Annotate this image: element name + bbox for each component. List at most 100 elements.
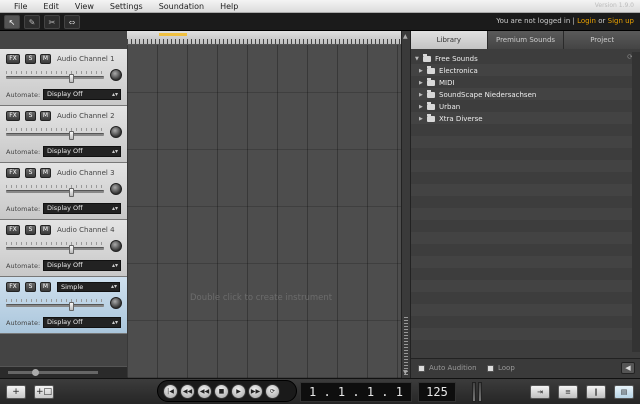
solo-button[interactable]: S (25, 54, 36, 64)
menu-file[interactable]: File (0, 0, 35, 13)
solo-button[interactable]: S (25, 282, 36, 292)
rewind-icon[interactable]: ◀◀ (180, 384, 195, 399)
automate-select[interactable]: Display Off ▴▾ (43, 89, 121, 100)
forward-icon[interactable]: ▶▶ (248, 384, 263, 399)
menu-edit[interactable]: Edit (35, 0, 67, 13)
volume-fader[interactable] (6, 245, 104, 254)
mute-button[interactable]: M (40, 54, 51, 64)
expand-arrow-icon[interactable]: ▶ (419, 80, 427, 86)
add-automation-button[interactable]: +□ (34, 385, 54, 399)
tab-project[interactable]: Project (564, 31, 640, 49)
pan-knob[interactable] (110, 183, 122, 195)
volume-fader-handle[interactable] (69, 245, 74, 254)
automate-select[interactable]: Display Off ▴▾ (43, 203, 121, 214)
pan-knob[interactable] (110, 297, 122, 309)
timeline-ruler[interactable] (127, 31, 401, 45)
browser-scrollbar[interactable] (632, 52, 640, 352)
fast-forward-icon[interactable]: ◀◀ (197, 384, 212, 399)
solo-button[interactable]: S (25, 111, 36, 121)
split-tool-icon[interactable]: ✂ (44, 15, 60, 29)
tree-root-free-sounds[interactable]: ▼ Free Sounds ⟳ (415, 53, 637, 65)
pan-knob[interactable] (110, 240, 122, 252)
loop-checkbox[interactable] (487, 365, 494, 372)
arrangement-timeline[interactable]: Double click to create instrument (127, 31, 401, 378)
mute-button[interactable]: M (40, 111, 51, 121)
browser-toggle-icon[interactable]: ▤ (614, 385, 634, 399)
channel-strip[interactable]: FX S M Audio Channel 2 Automate: Display… (0, 106, 127, 163)
timeline-scrollbar[interactable]: ▲ ▼ (401, 31, 410, 378)
loop-marker[interactable] (159, 33, 187, 36)
volume-fader-handle[interactable] (69, 74, 74, 83)
stretch-tool-icon[interactable]: ⇔ (64, 15, 80, 29)
channel-strip-selected[interactable]: FX S M Simple ▴▾ Automate: Display Off ▴▾ (0, 277, 127, 334)
zoom-slider[interactable] (0, 366, 127, 378)
channel-name[interactable]: Audio Channel 1 (57, 55, 115, 63)
channel-strip[interactable]: FX S M Audio Channel 1 Automate: Display… (0, 49, 127, 106)
menu-help[interactable]: Help (212, 0, 246, 13)
auto-audition-checkbox[interactable] (418, 365, 425, 372)
mute-button[interactable]: M (40, 168, 51, 178)
collapse-arrow-icon[interactable]: ▼ (415, 56, 423, 62)
channel-strip[interactable]: FX S M Audio Channel 4 Automate: Display… (0, 220, 127, 277)
fx-button[interactable]: FX (6, 54, 20, 64)
expand-arrow-icon[interactable]: ▶ (419, 116, 427, 122)
channel-name[interactable]: Audio Channel 2 (57, 112, 115, 120)
loop-icon[interactable]: ⟳ (265, 384, 280, 399)
piano-roll-icon[interactable]: ‖ (586, 385, 606, 399)
volume-fader-handle[interactable] (69, 188, 74, 197)
folder-midi[interactable]: ▶ MIDI (419, 77, 455, 89)
mixer-icon[interactable]: ≡ (558, 385, 578, 399)
login-link[interactable]: Login (577, 17, 596, 25)
go-to-start-icon[interactable]: |◀ (163, 384, 178, 399)
scroll-up-icon[interactable]: ▲ (403, 33, 408, 40)
automate-select[interactable]: Display Off ▴▾ (43, 260, 121, 271)
folder-urban[interactable]: ▶ Urban (419, 101, 460, 113)
volume-fader-handle[interactable] (69, 131, 74, 140)
menu-soundation[interactable]: Soundation (151, 0, 212, 13)
instrument-preset-select[interactable]: Simple ▴▾ (57, 282, 120, 292)
channel-strip[interactable]: FX S M Audio Channel 3 Automate: Display… (0, 163, 127, 220)
folder-electronica[interactable]: ▶ Electronica (419, 65, 478, 77)
scroll-down-icon[interactable]: ▼ (403, 369, 408, 376)
automate-select[interactable]: Display Off ▴▾ (43, 317, 121, 328)
position-display[interactable]: 1 . 1 . 1 . 1 (300, 382, 412, 402)
volume-fader-handle[interactable] (69, 302, 74, 311)
fx-button[interactable]: FX (6, 282, 20, 292)
volume-fader[interactable] (6, 302, 104, 311)
mute-button[interactable]: M (40, 225, 51, 235)
tab-library[interactable]: Library (411, 31, 488, 49)
speaker-icon[interactable]: ◀ (621, 362, 635, 374)
tab-premium-sounds[interactable]: Premium Sounds (487, 31, 565, 49)
track-grid[interactable] (127, 45, 401, 378)
folder-xtra-diverse[interactable]: ▶ Xtra Diverse (419, 113, 483, 125)
channel-name[interactable]: Audio Channel 3 (57, 169, 115, 177)
stop-icon[interactable]: ■ (214, 384, 229, 399)
tempo-display[interactable]: 125 (418, 382, 456, 402)
expand-arrow-icon[interactable]: ▶ (419, 104, 427, 110)
folder-soundscape[interactable]: ▶ SoundScape Niedersachsen (419, 89, 536, 101)
mute-button[interactable]: M (40, 282, 51, 292)
solo-button[interactable]: S (25, 168, 36, 178)
export-icon[interactable]: ⇥ (530, 385, 550, 399)
scrollbar-thumb[interactable] (404, 315, 408, 375)
channel-name[interactable]: Audio Channel 4 (57, 226, 115, 234)
add-channel-button[interactable]: + (6, 385, 26, 399)
signup-link[interactable]: Sign up (608, 17, 634, 25)
menu-view[interactable]: View (67, 0, 102, 13)
zoom-handle[interactable] (32, 369, 39, 376)
fx-button[interactable]: FX (6, 225, 20, 235)
solo-button[interactable]: S (25, 225, 36, 235)
volume-fader[interactable] (6, 74, 104, 83)
pointer-tool-icon[interactable]: ↖ (4, 15, 20, 29)
pan-knob[interactable] (110, 69, 122, 81)
pan-knob[interactable] (110, 126, 122, 138)
play-icon[interactable]: ▶ (231, 384, 246, 399)
expand-arrow-icon[interactable]: ▶ (419, 68, 427, 74)
automate-select[interactable]: Display Off ▴▾ (43, 146, 121, 157)
volume-fader[interactable] (6, 131, 104, 140)
fx-button[interactable]: FX (6, 168, 20, 178)
expand-arrow-icon[interactable]: ▶ (419, 92, 427, 98)
fx-button[interactable]: FX (6, 111, 20, 121)
pencil-tool-icon[interactable]: ✎ (24, 15, 40, 29)
volume-fader[interactable] (6, 188, 104, 197)
